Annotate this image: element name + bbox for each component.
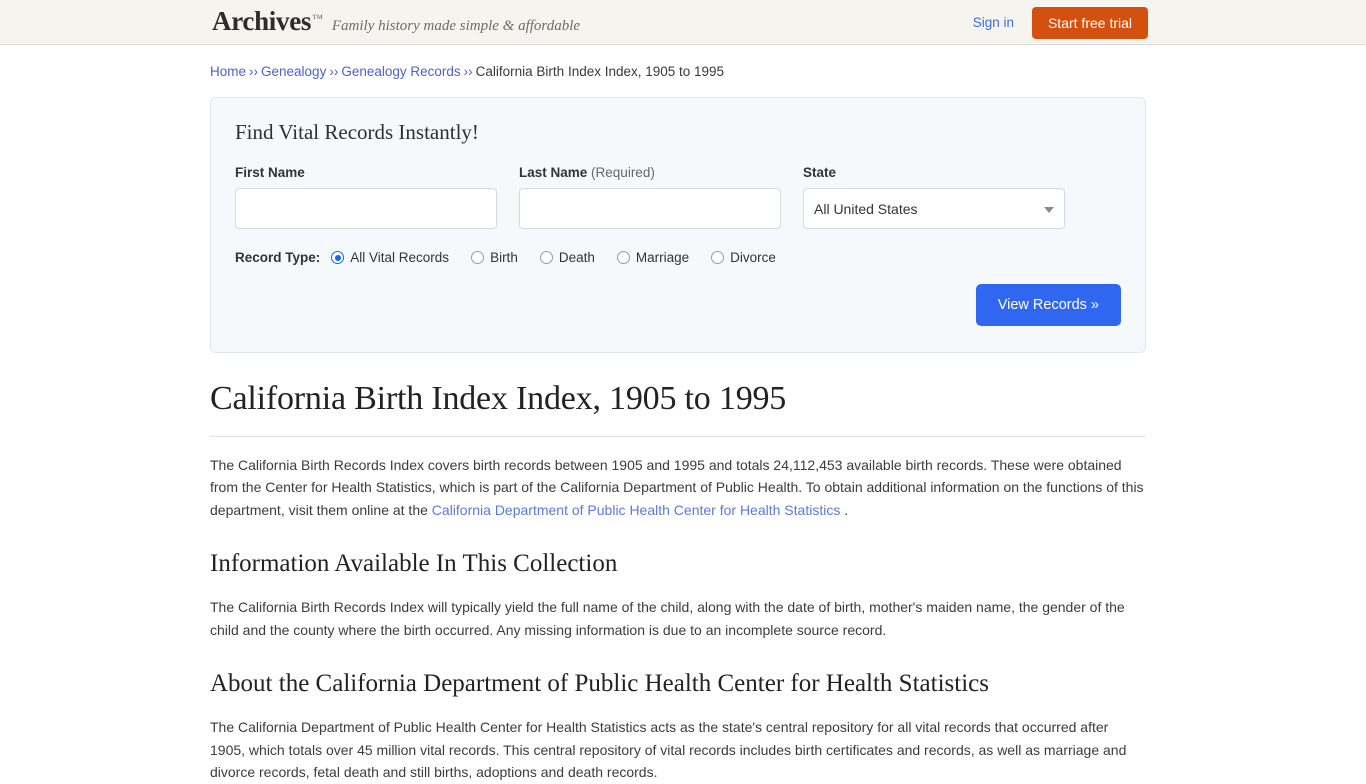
breadcrumb-separator: ››: [249, 64, 259, 79]
radio-indicator-icon[interactable]: [471, 251, 485, 265]
record-type-row: Record Type: All Vital Records Birth Dea…: [235, 250, 1121, 265]
last-name-label: Last Name (Required): [519, 165, 781, 180]
record-type-label: Record Type:: [235, 250, 321, 266]
breadcrumb-item-genealogy-records[interactable]: Genealogy Records: [341, 64, 460, 79]
brand-tagline: Family history made simple & affordable: [331, 18, 581, 34]
last-name-input[interactable]: [519, 188, 781, 230]
first-name-input[interactable]: [235, 188, 497, 230]
radio-label-divorce: Divorce: [730, 250, 776, 266]
last-name-field-group: Last Name (Required): [519, 165, 781, 230]
intro-paragraph: The California Birth Records Index cover…: [210, 454, 1146, 522]
first-name-field-group: First Name: [235, 165, 497, 230]
start-free-trial-button[interactable]: Start free trial: [1031, 6, 1148, 39]
radio-label-marriage: Marriage: [635, 250, 690, 266]
radio-indicator-icon[interactable]: [539, 251, 553, 265]
trademark-icon: ™: [312, 13, 323, 25]
radio-divorce[interactable]: Divorce: [711, 250, 776, 265]
radio-death[interactable]: Death: [539, 250, 595, 266]
intro-text-after-link: .: [840, 501, 849, 518]
cdph-chs-link[interactable]: California Department of Public Health C…: [432, 502, 841, 518]
radio-indicator-icon[interactable]: [711, 251, 725, 265]
header-actions: Sign in Start free trial: [973, 0, 1148, 45]
radio-all-vital-records[interactable]: All Vital Records: [331, 250, 449, 265]
state-select-wrapper: All United States: [803, 188, 1065, 230]
breadcrumb: Home ›› Genealogy ›› Genealogy Records ›› Cali…: [210, 45, 1146, 80]
section-text-about-cdph: The California Department of Public Heal…: [210, 719, 1127, 781]
radio-birth[interactable]: Birth: [471, 250, 518, 265]
site-header: Archives ™ Family history made simple & a…: [0, 0, 1366, 45]
section-text-information-available: The California Birth Records Index will …: [210, 599, 1125, 638]
view-records-button[interactable]: View Records »: [975, 284, 1121, 327]
breadcrumb-item-home[interactable]: Home: [210, 64, 246, 79]
section-heading-about-cdph: About the California Department of Publi…: [210, 670, 989, 698]
breadcrumb-item-current: California Birth Index Index, 1905 to 19…: [475, 64, 725, 79]
section-heading-information-available: Information Available In This Collection: [210, 550, 618, 578]
last-name-required-note: (Required): [591, 165, 655, 181]
content-column: Home ›› Genealogy ›› Genealogy Records ›› Cali…: [210, 45, 1146, 784]
title-divider: [210, 435, 1146, 437]
page-title: California Birth Index Index, 1905 to 19…: [210, 380, 787, 418]
breadcrumb-separator: ››: [463, 64, 473, 79]
brand-wordmark: Archives: [212, 6, 312, 36]
radio-marriage[interactable]: Marriage: [616, 250, 690, 266]
sign-in-link[interactable]: Sign in: [973, 15, 1014, 30]
radio-label-death: Death: [558, 250, 595, 266]
page-body: Home ›› Genealogy ›› Genealogy Records ›› Cali…: [0, 45, 1366, 784]
search-panel-title: Find Vital Records Instantly!: [235, 120, 479, 145]
breadcrumb-separator: ››: [329, 64, 339, 79]
radio-label-all-vital-records: All Vital Records: [350, 250, 450, 266]
state-select[interactable]: All United States: [803, 188, 1065, 230]
radio-indicator-icon[interactable]: [331, 251, 345, 265]
radio-indicator-icon[interactable]: [616, 251, 630, 265]
last-name-label-text: Last Name: [519, 165, 588, 181]
state-field-group: State All United States: [803, 165, 1065, 230]
search-fields-row: First Name Last Name (Required) State Al…: [235, 165, 1121, 230]
brand-logo-group[interactable]: Archives ™ Family history made simple & a…: [212, 8, 580, 35]
vital-records-search-panel: Find Vital Records Instantly! First Name…: [210, 97, 1146, 354]
first-name-label: First Name: [235, 165, 305, 181]
search-panel-actions: View Records »: [235, 284, 1121, 327]
state-label: State: [803, 165, 837, 181]
radio-label-birth: Birth: [490, 250, 518, 266]
breadcrumb-item-genealogy[interactable]: Genealogy: [261, 64, 326, 79]
